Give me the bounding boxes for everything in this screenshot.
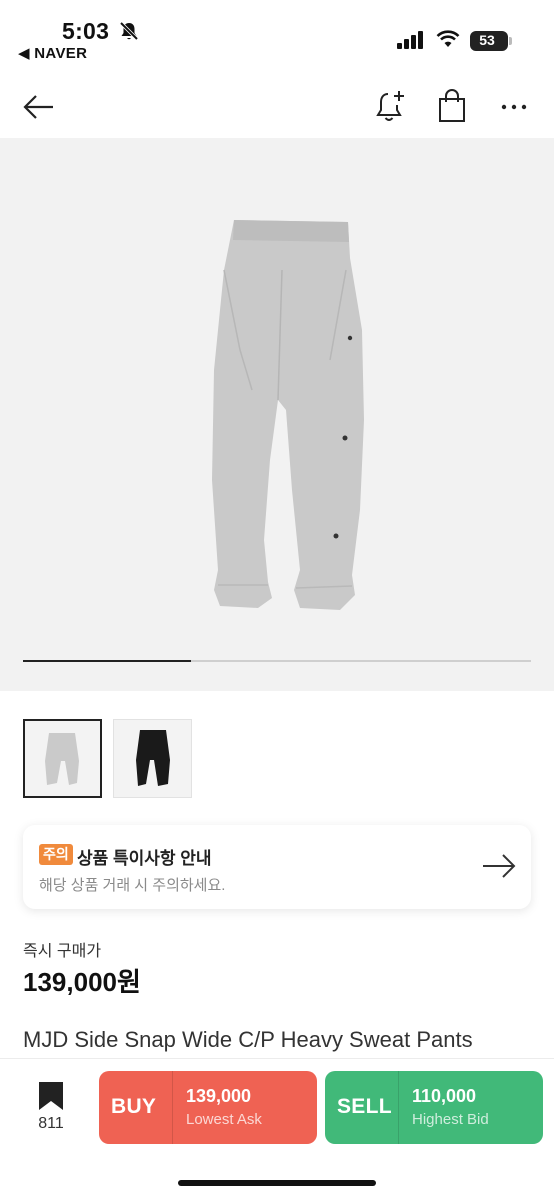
highest-bid-label: Highest Bid [412, 1111, 489, 1128]
lowest-ask-label: Lowest Ask [186, 1111, 262, 1128]
thumbnail-grey[interactable] [23, 719, 102, 798]
bottom-action-bar: 811 BUY 139,000 Lowest Ask SELL 110,000 … [0, 1058, 554, 1200]
lowest-ask-price: 139,000 [186, 1086, 252, 1106]
battery-icon: 53 [470, 31, 512, 51]
top-nav-bar [0, 78, 554, 138]
sell-divider [398, 1071, 399, 1144]
wishlist-count: 811 [38, 1115, 64, 1132]
more-dots-icon[interactable] [498, 92, 530, 122]
highest-bid-price: 110,000 [412, 1086, 477, 1106]
wishlist-button[interactable]: 811 [28, 1081, 74, 1141]
wifi-icon [436, 30, 460, 47]
sell-label: SELL [337, 1095, 392, 1118]
buy-button[interactable]: BUY 139,000 Lowest Ask [99, 1071, 317, 1144]
thumbnail-grey-image [45, 733, 79, 785]
product-page: 5:03 ◀ NAVER 53 주의 상품 특이사항 안내 해당 상품 거래 시… [0, 0, 554, 1200]
bell-plus-icon[interactable] [374, 88, 408, 124]
sell-button[interactable]: SELL 110,000 Highest Bid [325, 1071, 543, 1144]
notice-badge: 주의 [39, 844, 73, 865]
cellular-signal-icon [397, 31, 423, 49]
notice-title: 상품 특이사항 안내 [77, 849, 212, 868]
back-to-app-link[interactable]: ◀ NAVER [18, 44, 87, 62]
buy-label: BUY [111, 1095, 157, 1118]
instant-buy-price: 139,000원 [23, 967, 141, 997]
product-image-carousel[interactable] [0, 138, 554, 691]
bookmark-icon [39, 1082, 63, 1110]
status-bar: 5:03 ◀ NAVER 53 [0, 0, 554, 70]
bell-off-icon [119, 21, 139, 41]
arrow-right-icon[interactable] [481, 851, 517, 881]
arrow-left-icon[interactable] [22, 90, 56, 124]
thumbnail-black[interactable] [113, 719, 192, 798]
shopping-bag-icon[interactable] [436, 88, 468, 124]
battery-cap [509, 37, 512, 45]
thumbnail-black-image [136, 730, 170, 786]
notice-subtitle: 해당 상품 거래 시 주의하세요. [39, 877, 226, 894]
buy-divider [172, 1071, 173, 1144]
status-time: 5:03 [62, 18, 110, 44]
home-indicator[interactable] [178, 1180, 376, 1186]
instant-buy-label: 즉시 구매가 [23, 943, 102, 960]
product-notice-card[interactable]: 주의 상품 특이사항 안내 해당 상품 거래 시 주의하세요. [23, 825, 531, 909]
battery-level: 53 [479, 32, 495, 48]
carousel-progress [23, 660, 531, 662]
carousel-progress-fill [23, 660, 191, 662]
product-name: MJD Side Snap Wide C/P Heavy Sweat Pants [23, 1027, 473, 1052]
product-image [212, 220, 364, 610]
